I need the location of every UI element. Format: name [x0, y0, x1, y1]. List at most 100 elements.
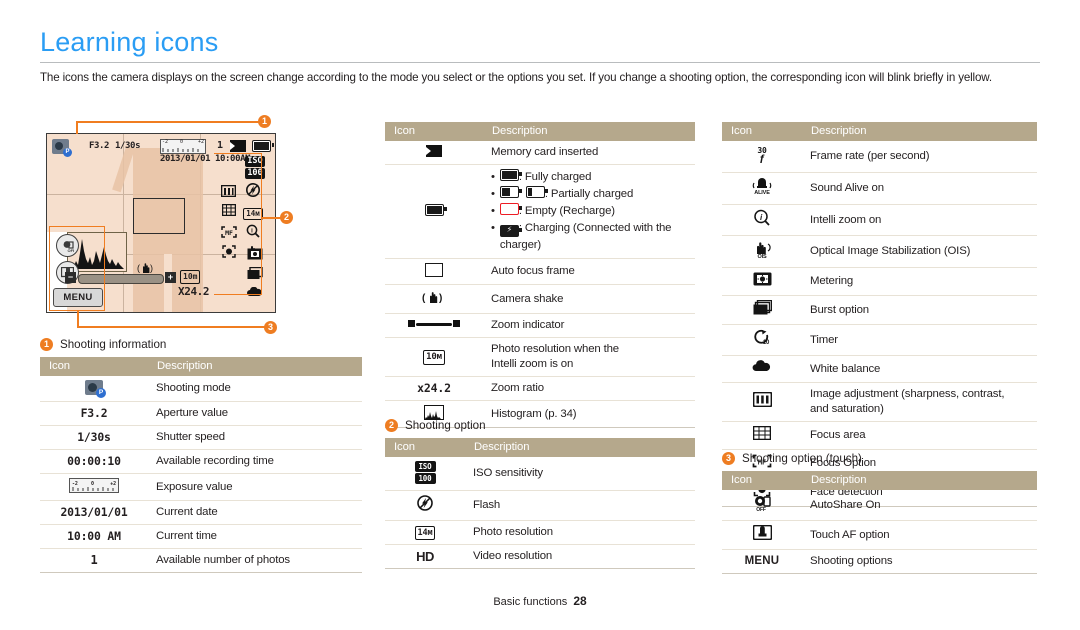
table-row: 1/30s Shutter speed	[40, 425, 362, 450]
battery-partial-icon	[499, 186, 522, 198]
table-row: i Intelli zoom on	[722, 204, 1037, 236]
caption-text-1: Shooting information	[60, 338, 167, 351]
zoom-indicator-icon	[385, 313, 483, 338]
list-item: • ⚡: Charging (Connected with the charge…	[491, 222, 672, 251]
video-resolution-icon: HD	[385, 544, 465, 569]
title-block: Learning icons	[40, 26, 1040, 63]
callout-3-line	[77, 326, 267, 328]
current-time-text: 10:00 AM	[40, 524, 148, 549]
row-description: Frame rate (per second)	[802, 141, 1037, 173]
caption-shooting-information: 1 Shooting information	[40, 338, 362, 351]
callout-1-line	[76, 121, 261, 123]
caption-shooting-option-touch: 3 Shooting option (touch)	[722, 452, 1037, 465]
photo-resolution-icon: 14м	[385, 520, 465, 545]
photo-count-text: 1	[40, 548, 148, 573]
battery-state-list: • : Fully charged • : Partially charged …	[491, 169, 687, 254]
intelli-resolution-badge: 10m	[180, 270, 201, 284]
shutter-speed: 1/30s	[115, 141, 141, 151]
callout-1-stem	[76, 122, 78, 134]
column-header-description: Description	[483, 122, 695, 141]
zoom-ratio-text: x24.2	[385, 376, 483, 401]
intelli-zoom-icon: i	[722, 204, 802, 236]
title-divider	[40, 62, 1040, 63]
table-row: Metering	[722, 267, 1037, 296]
row-description: ISO sensitivity	[465, 457, 695, 491]
frame-rate-icon: 30 ƒ	[722, 141, 802, 173]
intro-paragraph: The icons the camera displays on the scr…	[40, 71, 992, 84]
shutter-speed-text: 1/30s	[40, 425, 148, 450]
row-description: Available number of photos	[148, 548, 362, 573]
row-description: Timer	[802, 324, 1037, 356]
section-shooting-information: 1 Shooting information Icon Description …	[40, 338, 362, 573]
table-row: • : Fully charged • : Partially charged …	[385, 164, 695, 259]
table-header-row: Icon Description	[722, 122, 1037, 141]
row-description: Memory card inserted	[483, 141, 695, 165]
row-description: Shooting mode	[148, 376, 362, 402]
table-row: () Camera shake	[385, 284, 695, 314]
sound-alive-icon: ALIVE	[722, 172, 802, 205]
list-item: • : Fully charged	[491, 169, 592, 183]
table-row: 2013/01/01 Current date	[40, 500, 362, 525]
table-row: Focus area	[722, 421, 1037, 450]
svg-text:ƒ: ƒ	[759, 153, 765, 163]
svg-text:i: i	[760, 213, 763, 222]
battery-charging-icon: ⚡	[499, 225, 522, 237]
row-description: Zoom indicator	[483, 313, 695, 338]
column-header-description: Description	[465, 438, 695, 457]
autoshare-icon: OFF	[722, 490, 802, 521]
table-header-row: Icon Description	[40, 357, 362, 376]
row-description: Image adjustment (sharpness, contrast, a…	[802, 382, 1037, 422]
battery-icon	[385, 164, 483, 259]
table-shooting-information: Icon Description P Shooting mode F3.2 Ap…	[40, 357, 362, 573]
zoom-in-button[interactable]: +	[165, 272, 176, 283]
white-balance-icon	[722, 355, 802, 383]
list-item: • : Empty (Recharge)	[491, 203, 615, 217]
list-item: • : Partially charged	[491, 186, 634, 200]
flash-icon	[385, 490, 465, 521]
camera-screen-illustration: P F3.2 1/30s -2 0 +2 2013/01/01 10:00AM …	[46, 115, 293, 334]
svg-text:OIS: OIS	[757, 254, 767, 258]
memory-card-icon	[385, 141, 483, 165]
row-description: Zoom ratio	[483, 376, 695, 401]
marker-3: 3	[264, 321, 277, 334]
row-description: Photo resolution when the Intelli zoom i…	[483, 337, 695, 377]
desc-line-2: Intelli zoom is on	[491, 358, 574, 370]
row-description: White balance	[802, 355, 1037, 383]
row-description: Touch AF option	[802, 520, 1037, 550]
section-shooting-option: 2 Shooting option Icon Description ISO 1…	[385, 419, 695, 569]
row-description: Available recording time	[148, 449, 362, 474]
column-header-icon: Icon	[40, 357, 148, 376]
battery-icon	[252, 140, 274, 152]
column-header-description: Description	[148, 357, 362, 376]
marker-1: 1	[258, 115, 271, 128]
table-row: Auto focus frame	[385, 258, 695, 285]
table-shooting-option: Icon Description ISO 100 ISO sensitivity	[385, 438, 695, 569]
row-description: Current date	[148, 500, 362, 525]
table-row: HD Video resolution	[385, 544, 695, 569]
timer-icon: 10	[722, 324, 802, 356]
column-header-icon: Icon	[385, 122, 483, 141]
svg-text:ALIVE: ALIVE	[754, 190, 770, 195]
table-row: 14м Photo resolution	[385, 520, 695, 545]
zoom-ratio-text: X24.2	[178, 285, 210, 298]
svg-text:(: (	[137, 263, 140, 273]
table-row: Burst option	[722, 295, 1037, 325]
callout-3-box	[49, 226, 105, 311]
footer-section-label: Basic functions	[493, 596, 568, 608]
exposure-value-icon: -2 0 +2	[40, 473, 148, 501]
callout-2-box	[214, 153, 262, 295]
menu-icon: MENU	[722, 549, 802, 574]
column-header-description: Description	[802, 471, 1037, 490]
section-icons-middle: Icon Description Memory card inserted • …	[385, 122, 695, 428]
ois-icon: OIS	[722, 235, 802, 268]
auto-focus-frame	[133, 198, 185, 234]
column-header-icon: Icon	[722, 122, 802, 141]
caption-text-3: Shooting option (touch)	[742, 452, 862, 465]
desc-line-1: Image adjustment (sharpness, contrast,	[810, 388, 1005, 400]
row-description: Camera shake	[483, 284, 695, 314]
table-shooting-option-right: Icon Description 30 ƒ Frame rate (per sec…	[722, 122, 1037, 507]
table-header-row: Icon Description	[722, 471, 1037, 490]
table-row: x24.2 Zoom ratio	[385, 376, 695, 401]
table-header-row: Icon Description	[385, 122, 695, 141]
table-row: ALIVE Sound Alive on	[722, 172, 1037, 205]
